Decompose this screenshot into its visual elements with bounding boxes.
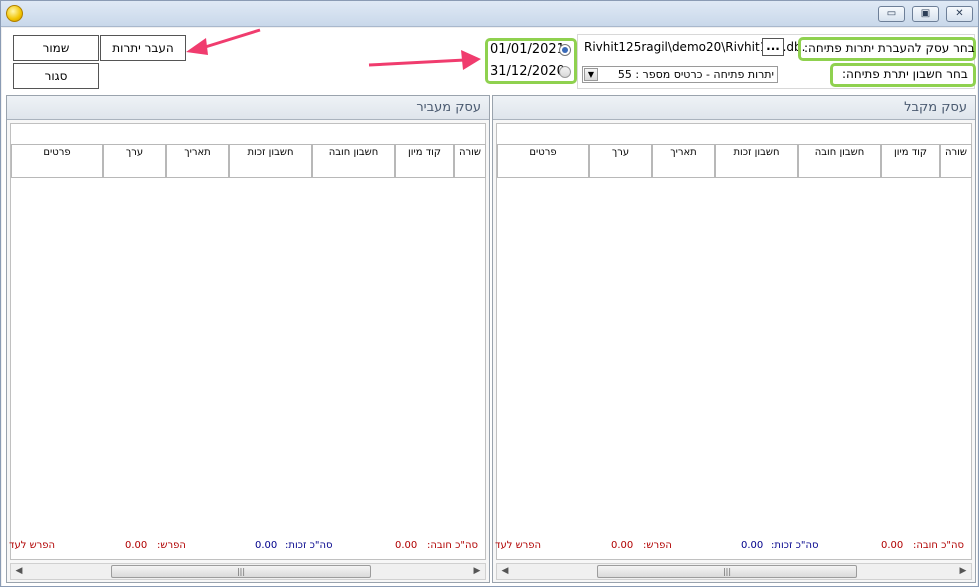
debit-total-label: סה"כ חובה: [427, 540, 479, 551]
credit-total-label: סה"כ זכות: [771, 540, 819, 551]
browse-button[interactable]: ... [762, 38, 784, 56]
diff-to-label: הפרש לעד [495, 540, 542, 551]
receiving-company-panel: עסק מקבל שורה קוד מיון חשבון חובה חשבון … [492, 95, 976, 583]
column-header[interactable]: שורה [940, 144, 972, 178]
credit-total-value: 0.00 [741, 540, 764, 551]
pointer-arrow-icon [186, 28, 261, 55]
debit-total-value: 0.00 [395, 540, 418, 551]
account-label: בחר חשבון יתרת פתיחה: [842, 67, 968, 81]
scroll-left-icon[interactable]: ◀ [499, 566, 511, 576]
date-option-2-radio[interactable] [559, 66, 571, 78]
transferring-grid[interactable]: שורה קוד מיון חשבון חובה חשבון זכות תארי… [10, 123, 486, 560]
title-bar: ▭ ▣ ✕ [1, 1, 978, 27]
diff-value: 0.00 [611, 540, 634, 551]
horizontal-scrollbar[interactable]: ◀ ||| ▶ [496, 563, 972, 580]
scrollbar-thumb[interactable]: ||| [111, 565, 371, 578]
column-header[interactable]: חשבון זכות [715, 144, 798, 178]
save-button[interactable]: שמור [13, 35, 99, 61]
maximize-icon: ▣ [920, 8, 931, 19]
horizontal-scrollbar[interactable]: ◀ ||| ▶ [10, 563, 486, 580]
column-header[interactable]: חשבון חובה [312, 144, 395, 178]
transferring-panel-header: עסק מעביר [7, 96, 489, 120]
minimize-button[interactable]: ▭ [878, 6, 905, 22]
date-option-1-label: 01/01/2021 [490, 42, 565, 57]
transferring-company-panel: עסק מעביר שורה קוד מיון חשבון חובה חשבון… [6, 95, 490, 583]
diff-label: הפרש: [643, 540, 672, 551]
credit-total-label: סה"כ זכות: [285, 540, 333, 551]
company-label: בחר עסק להעברת יתרות פתיחה: [804, 41, 975, 55]
minimize-icon: ▭ [886, 8, 897, 19]
transferring-panel-title: עסק מעביר [416, 100, 481, 115]
diff-to-label: הפרש לעד [9, 540, 56, 551]
scroll-left-icon[interactable]: ◀ [13, 566, 25, 576]
column-header[interactable]: ערך [589, 144, 652, 178]
column-header[interactable]: פרטים [11, 144, 103, 178]
chevron-down-icon[interactable]: ▼ [584, 68, 598, 81]
debit-total-label: סה"כ חובה: [913, 540, 965, 551]
column-header[interactable]: שורה [454, 144, 486, 178]
transfer-balances-button[interactable]: העבר יתרות [100, 35, 186, 61]
scroll-right-icon[interactable]: ▶ [471, 566, 483, 576]
close-icon: ✕ [955, 8, 964, 19]
scrollbar-thumb[interactable]: ||| [597, 565, 857, 578]
receiving-panel-header: עסק מקבל [493, 96, 975, 120]
date-option-2-label: 31/12/2020 [490, 64, 565, 79]
app-window: ▭ ▣ ✕ שמור העבר יתרות סגור 01/01/2021 31… [0, 0, 979, 587]
close-button[interactable]: סגור [13, 63, 99, 89]
close-window-button[interactable]: ✕ [946, 6, 973, 22]
scroll-right-icon[interactable]: ▶ [957, 566, 969, 576]
client-area: שמור העבר יתרות סגור 01/01/2021 31/12/20… [2, 28, 977, 586]
date-option-1-radio[interactable] [559, 44, 571, 56]
column-header[interactable]: ערך [103, 144, 166, 178]
debit-total-value: 0.00 [881, 540, 904, 551]
diff-label: הפרש: [157, 540, 186, 551]
column-header[interactable]: פרטים [497, 144, 589, 178]
column-header[interactable]: קוד מיון [881, 144, 940, 178]
column-header[interactable]: תאריך [652, 144, 715, 178]
opening-account-value: יתרות פתיחה - כרטיס מספר : 55 [617, 68, 774, 81]
column-header[interactable]: חשבון זכות [229, 144, 312, 178]
receiving-panel-title: עסק מקבל [904, 100, 967, 115]
opening-account-select[interactable]: ▼ יתרות פתיחה - כרטיס מספר : 55 [582, 66, 778, 83]
column-header[interactable]: תאריך [166, 144, 229, 178]
column-header[interactable]: חשבון חובה [798, 144, 881, 178]
credit-total-value: 0.00 [255, 540, 278, 551]
maximize-button[interactable]: ▣ [912, 6, 939, 22]
diff-value: 0.00 [125, 540, 148, 551]
receiving-grid[interactable]: שורה קוד מיון חשבון חובה חשבון זכות תארי… [496, 123, 972, 560]
column-header[interactable]: קוד מיון [395, 144, 454, 178]
app-logo-icon [6, 5, 23, 22]
pointer-arrow-icon [368, 50, 481, 70]
